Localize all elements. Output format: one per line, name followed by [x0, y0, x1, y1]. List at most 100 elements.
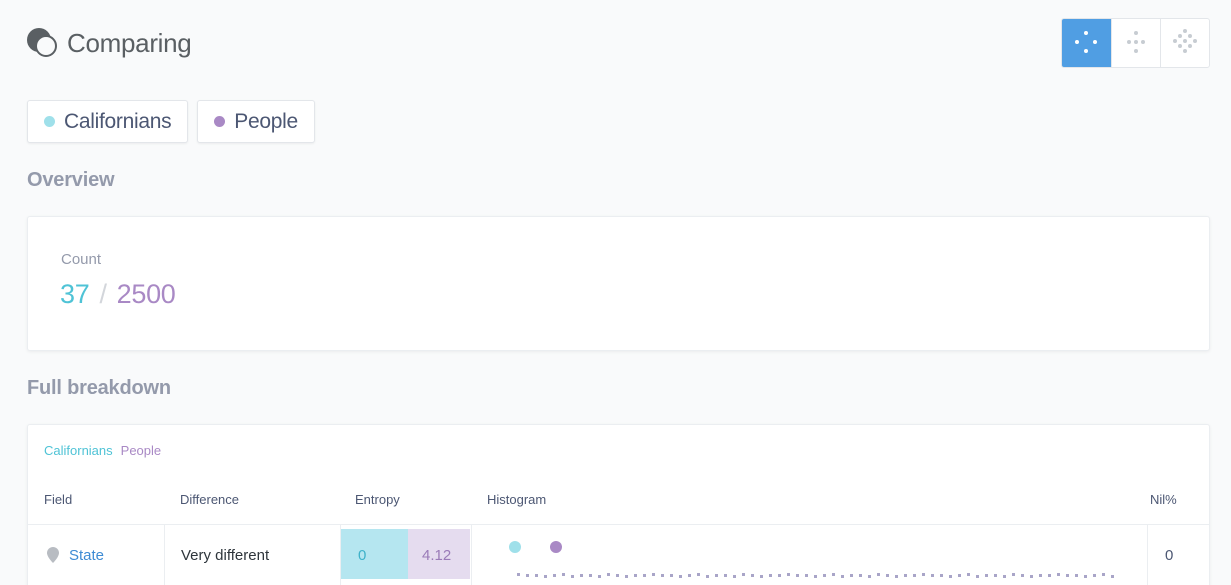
column-divider	[164, 525, 165, 585]
histogram-point	[769, 574, 772, 577]
histogram-point	[886, 574, 889, 577]
histogram-sparkline	[517, 573, 1114, 578]
column-header-field: Field	[44, 492, 73, 507]
histogram-point	[841, 575, 844, 578]
count-values: 37 / 2500	[60, 279, 176, 310]
histogram-point	[1057, 573, 1060, 576]
count-value-californians: 37	[60, 279, 90, 309]
histogram-point	[859, 574, 862, 577]
location-pin-icon	[47, 547, 59, 563]
histogram-point	[949, 575, 952, 578]
entropy-value-people: 4.12	[408, 529, 470, 579]
histogram-point	[1084, 575, 1087, 578]
histogram-point	[751, 574, 754, 577]
histogram-point	[517, 573, 520, 576]
histogram-point	[895, 575, 898, 578]
histogram-point	[994, 574, 997, 577]
histogram-point	[877, 573, 880, 576]
segment-chip-californians[interactable]: Californians	[27, 100, 189, 143]
histogram-point	[625, 575, 628, 578]
histogram-point	[796, 574, 799, 577]
histogram-point	[679, 575, 682, 578]
histogram-point	[1075, 574, 1078, 577]
histogram-point	[1012, 573, 1015, 576]
histogram-point	[526, 574, 529, 577]
histogram-legend-dot-californians	[509, 541, 521, 553]
histogram-point	[1048, 574, 1051, 577]
histogram-point	[616, 574, 619, 577]
histogram-point	[805, 574, 808, 577]
page-header: Comparing	[27, 26, 192, 60]
histogram-point	[760, 575, 763, 578]
segment-label: Californians	[64, 109, 172, 133]
histogram-point	[868, 575, 871, 578]
histogram-point	[1030, 575, 1033, 578]
histogram-point	[787, 573, 790, 576]
column-header-difference: Difference	[180, 492, 240, 507]
histogram-point	[1066, 574, 1069, 577]
view-toggle	[1061, 18, 1210, 68]
breakdown-heading: Full breakdown	[27, 377, 171, 399]
histogram-point	[940, 574, 943, 577]
histogram-point	[814, 575, 817, 578]
segment-color-dot	[214, 116, 226, 127]
segment-chip-people[interactable]: People	[197, 100, 315, 143]
histogram-point	[553, 574, 556, 577]
histogram-legend-dot-people	[550, 541, 562, 553]
header-divider	[28, 524, 1209, 525]
histogram-point	[580, 574, 583, 577]
histogram-point	[571, 575, 574, 578]
histogram-point	[823, 574, 826, 577]
histogram-point	[931, 574, 934, 577]
column-header-histogram: Histogram	[487, 492, 547, 507]
histogram-point	[832, 573, 835, 576]
histogram-point	[742, 573, 745, 576]
view-option-spread-button[interactable]	[1062, 19, 1111, 67]
histogram-point	[643, 574, 646, 577]
entropy-value-californians: 0	[341, 529, 408, 579]
breakdown-card: Californians People Field Difference Ent…	[27, 424, 1210, 585]
view-option-grid-button[interactable]	[1111, 19, 1160, 67]
histogram-point	[634, 574, 637, 577]
histogram-point	[1093, 574, 1096, 577]
column-divider	[1147, 525, 1148, 585]
histogram-point	[1039, 574, 1042, 577]
histogram-point	[967, 573, 970, 576]
legend-label-people: People	[120, 443, 162, 458]
histogram-point	[1003, 575, 1006, 578]
histogram-point	[706, 575, 709, 578]
histogram-point	[607, 573, 610, 576]
histogram-point	[1102, 573, 1105, 576]
count-label: Count	[61, 251, 102, 268]
count-separator: /	[99, 279, 107, 309]
view-option-dense-button[interactable]	[1160, 19, 1209, 67]
histogram-point	[724, 574, 727, 577]
column-divider	[471, 525, 472, 585]
histogram-point	[562, 573, 565, 576]
histogram-point	[922, 573, 925, 576]
segment-chips: Californians People	[27, 100, 315, 143]
histogram-point	[697, 573, 700, 576]
count-value-people: 2500	[116, 279, 176, 309]
histogram-point	[589, 574, 592, 577]
overview-heading: Overview	[27, 169, 115, 191]
nil-percent-value: 0	[1165, 547, 1174, 564]
histogram-point	[1021, 574, 1024, 577]
histogram-point	[976, 575, 979, 578]
histogram-point	[715, 574, 718, 577]
histogram-point	[985, 574, 988, 577]
histogram-point	[904, 574, 907, 577]
histogram-point	[850, 574, 853, 577]
legend-label-californians: Californians	[44, 443, 113, 458]
difference-value: Very different	[181, 547, 270, 564]
column-header-entropy: Entropy	[355, 492, 400, 507]
compare-icon	[27, 26, 61, 60]
histogram-point	[670, 574, 673, 577]
histogram-point	[958, 574, 961, 577]
histogram-point	[688, 574, 691, 577]
field-link-state[interactable]: State	[69, 547, 104, 564]
segment-label: People	[234, 109, 298, 133]
histogram-point	[544, 575, 547, 578]
histogram-point	[652, 573, 655, 576]
histogram-point	[661, 574, 664, 577]
